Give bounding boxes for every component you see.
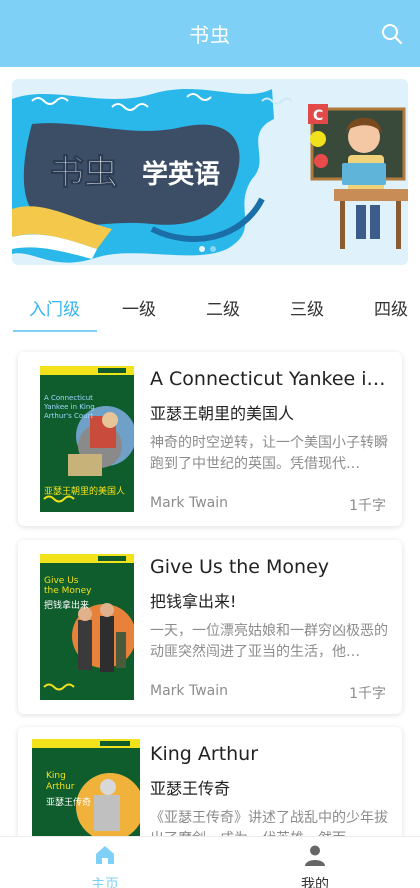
nav-profile-label: 我的: [301, 877, 329, 888]
svg-text:学英语: 学英语: [142, 159, 220, 190]
cover-cn-title: 把钱拿出来: [44, 601, 90, 611]
active-tab-indicator: [13, 330, 97, 332]
cover-title: King Arthur: [46, 771, 75, 792]
page-title: 书虫: [189, 23, 231, 47]
book-author: Mark Twain: [150, 683, 228, 699]
tab-level-3[interactable]: 三级: [290, 295, 324, 320]
pagination-dot[interactable]: [199, 246, 205, 252]
cover-cn-title: 亚瑟王朝里的美国人: [44, 487, 126, 497]
level-tabs: 入门级 一级 二级 三级 四级: [0, 287, 420, 333]
svg-text:C: C: [313, 108, 323, 124]
app-header: 书虫: [0, 0, 420, 67]
nav-profile[interactable]: 我的: [245, 837, 385, 888]
svg-text:书虫: 书虫: [50, 153, 118, 193]
book-description: 一天，一位漂亮姑娘和一群穷凶极恶的动匪突然闯进了亚当的生活，他…: [150, 623, 388, 660]
book-cover: A Connecticut Yankee in King Arthur's Co…: [40, 366, 134, 512]
book-cover: Give Us the Money 把钱拿出来: [40, 554, 134, 700]
user-icon: [303, 843, 327, 867]
bottom-nav: 主页 我的: [0, 836, 420, 888]
book-card[interactable]: Give Us the Money 把钱拿出来 Give Us the Mone…: [18, 540, 402, 714]
book-cn-title: 亚瑟王传奇: [150, 779, 231, 798]
book-cn-title: 把钱拿出来!: [150, 592, 237, 611]
word-count: 1千字: [349, 686, 386, 702]
cover-cn-title: 亚瑟王传奇: [46, 798, 92, 808]
tab-level-2[interactable]: 二级: [206, 295, 240, 320]
book-card[interactable]: A Connecticut Yankee in King Arthur's Co…: [18, 352, 402, 526]
pagination-dot[interactable]: [210, 246, 216, 252]
book-title: A Connecticut Yankee i…: [150, 368, 386, 390]
book-cn-title: 亚瑟王朝里的美国人: [150, 404, 295, 423]
tab-beginner[interactable]: 入门级: [29, 295, 80, 320]
search-icon[interactable]: [380, 22, 404, 46]
book-title: King Arthur: [150, 743, 259, 765]
cover-title: A Connecticut Yankee in King Arthur's Co…: [44, 394, 95, 420]
nav-home-label: 主页: [91, 877, 119, 888]
promo-banner[interactable]: 书虫 学英语 C: [12, 79, 408, 265]
banner-pagination: [199, 246, 216, 252]
home-icon: [93, 843, 117, 867]
nav-home[interactable]: 主页: [35, 837, 175, 888]
tab-level-1[interactable]: 一级: [122, 295, 156, 320]
book-title: Give Us the Money: [150, 556, 330, 578]
book-description: 神奇的时空逆转，让一个美国小子转瞬跑到了中世纪的英国。凭借现代…: [150, 435, 388, 472]
cover-title: Give Us the Money: [44, 576, 92, 596]
tab-level-4[interactable]: 四级: [374, 295, 408, 320]
word-count: 1千字: [349, 498, 386, 514]
book-author: Mark Twain: [150, 495, 228, 511]
